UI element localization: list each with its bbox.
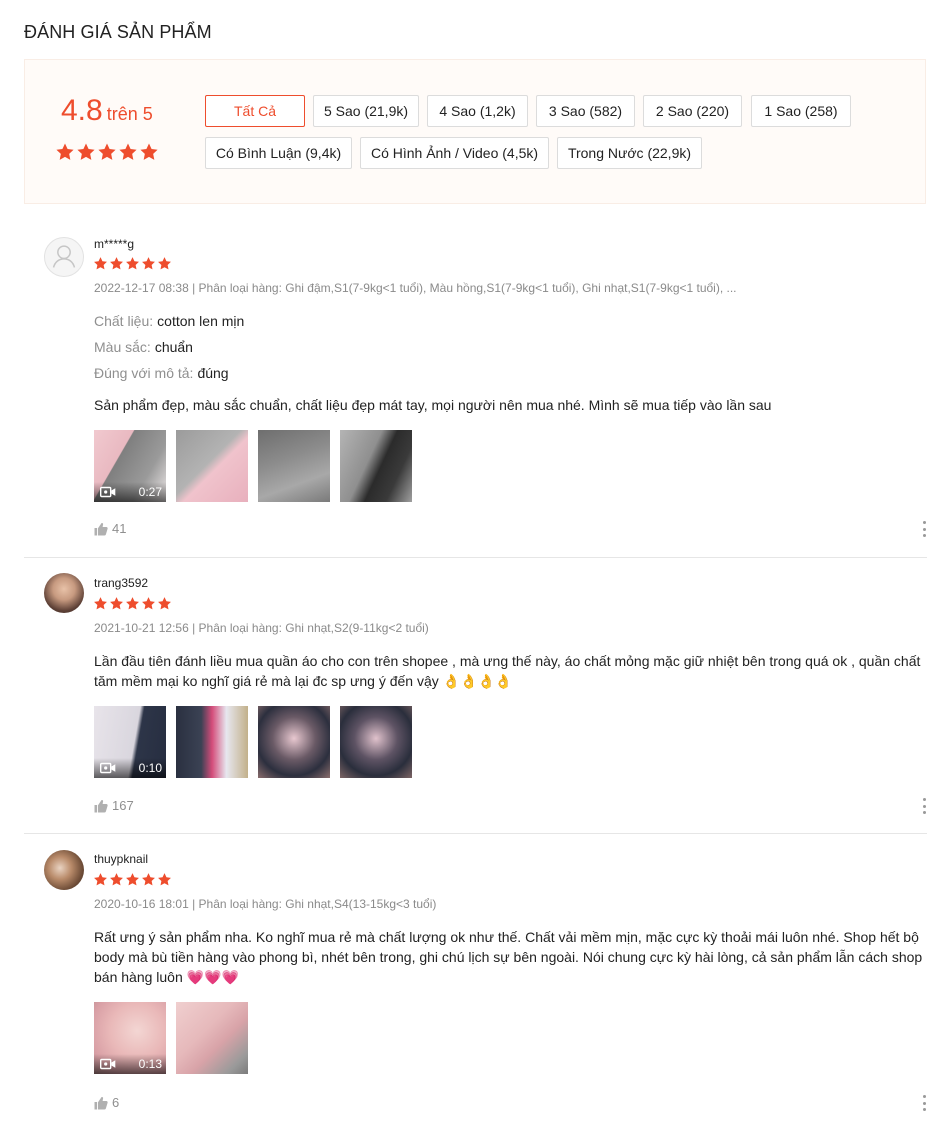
star-icon xyxy=(93,872,108,887)
review-video-thumbnail[interactable]: 0:10 xyxy=(94,706,166,778)
thumbs-up-icon xyxy=(94,799,108,813)
average-star-rating xyxy=(55,142,159,162)
review-video-thumbnail[interactable]: 0:27 xyxy=(94,430,166,502)
star-icon xyxy=(55,142,75,162)
like-button[interactable]: 167 xyxy=(94,798,134,813)
star-icon xyxy=(125,596,140,611)
review-media: 0:27 xyxy=(94,430,412,502)
video-duration: 0:10 xyxy=(138,761,162,775)
review-attribute-accuracy: Đúng với mô tả: đúng xyxy=(94,365,229,381)
review-image-thumbnail[interactable] xyxy=(340,430,412,502)
filter-2-star[interactable]: 2 Sao (220) xyxy=(643,95,742,127)
thumbs-up-icon xyxy=(94,1096,108,1110)
star-icon xyxy=(93,256,108,271)
user-placeholder-icon xyxy=(52,245,76,268)
filter-with-media[interactable]: Có Hình Ảnh / Video (4,5k) xyxy=(360,137,549,169)
video-camera-icon xyxy=(100,762,116,774)
review-image-thumbnail[interactable] xyxy=(340,706,412,778)
star-icon xyxy=(141,596,156,611)
filter-3-star[interactable]: 3 Sao (582) xyxy=(536,95,635,127)
star-icon xyxy=(118,142,138,162)
review-comment: Rất ưng ý sản phẩm nha. Ko nghĩ mua rẻ m… xyxy=(94,929,923,985)
review-image-thumbnail[interactable] xyxy=(176,1002,248,1074)
reviewer-username[interactable]: trang3592 xyxy=(94,576,148,590)
review-meta: 2021-10-21 12:56 | Phân loại hàng: Ghi n… xyxy=(94,621,429,635)
review-meta: 2020-10-16 18:01 | Phân loại hàng: Ghi n… xyxy=(94,897,437,911)
filter-with-comment[interactable]: Có Bình Luận (9,4k) xyxy=(205,137,352,169)
review-comment: Lần đầu tiên đánh liều mua quần áo cho c… xyxy=(94,653,921,689)
review-item: thuypknail 2020-10-16 18:01 | Phân loại … xyxy=(24,833,927,1126)
star-icon xyxy=(109,256,124,271)
review-attribute-material: Chất liệu: cotton len mịn xyxy=(94,313,244,329)
more-options-icon[interactable] xyxy=(921,1095,927,1111)
star-icon xyxy=(125,872,140,887)
review-star-rating xyxy=(93,256,172,271)
average-score-value: 4.8 xyxy=(61,94,103,127)
like-button[interactable]: 41 xyxy=(94,521,126,536)
review-image-thumbnail[interactable] xyxy=(176,706,248,778)
review-item: m*****g 2022-12-17 08:38 | Phân loại hàn… xyxy=(24,205,927,558)
video-duration: 0:13 xyxy=(138,1057,162,1071)
avatar[interactable] xyxy=(44,850,84,890)
attribute-value: cotton len mịn xyxy=(157,313,245,329)
average-score: 4.8 trên 5 xyxy=(61,94,153,128)
star-icon xyxy=(157,596,172,611)
attribute-key: Màu sắc: xyxy=(94,339,151,355)
review-media: 0:13 xyxy=(94,1002,248,1074)
like-count: 167 xyxy=(112,798,134,813)
review-image-thumbnail[interactable] xyxy=(176,430,248,502)
review-media: 0:10 xyxy=(94,706,412,778)
avatar[interactable] xyxy=(44,237,84,277)
star-icon xyxy=(157,872,172,887)
star-icon xyxy=(141,872,156,887)
video-camera-icon xyxy=(100,486,116,498)
review-star-rating xyxy=(93,596,172,611)
review-item: trang3592 2021-10-21 12:56 | Phân loại h… xyxy=(24,557,927,834)
star-icon xyxy=(97,142,117,162)
rating-overview: 4.8 trên 5 Tất Cả 5 Sao (21,9k) 4 Sao (1,… xyxy=(24,59,926,204)
average-score-out-of: trên 5 xyxy=(106,104,153,124)
video-duration: 0:27 xyxy=(138,485,162,499)
review-star-rating xyxy=(93,872,172,887)
star-icon xyxy=(141,256,156,271)
avatar[interactable] xyxy=(44,573,84,613)
star-icon xyxy=(139,142,159,162)
page-title: ĐÁNH GIÁ SẢN PHẨM xyxy=(24,22,212,42)
review-meta: 2022-12-17 08:38 | Phân loại hàng: Ghi đ… xyxy=(94,281,737,295)
review-comment: Sản phẩm đẹp, màu sắc chuẩn, chất liệu đ… xyxy=(94,397,772,413)
attribute-value: chuẩn xyxy=(154,339,193,355)
review-attribute-color: Màu sắc: chuẩn xyxy=(94,339,193,355)
review-image-thumbnail[interactable] xyxy=(258,706,330,778)
more-options-icon[interactable] xyxy=(921,521,927,537)
star-icon xyxy=(157,256,172,271)
attribute-key: Đúng với mô tả: xyxy=(94,365,194,381)
star-icon xyxy=(76,142,96,162)
filter-all[interactable]: Tất Cả xyxy=(205,95,305,127)
more-options-icon[interactable] xyxy=(921,798,927,814)
filter-1-star[interactable]: 1 Sao (258) xyxy=(751,95,851,127)
star-icon xyxy=(109,872,124,887)
like-button[interactable]: 6 xyxy=(94,1095,119,1110)
attribute-value: đúng xyxy=(197,365,229,381)
thumbs-up-icon xyxy=(94,522,108,536)
filter-domestic[interactable]: Trong Nước (22,9k) xyxy=(557,137,702,169)
like-count: 41 xyxy=(112,521,127,536)
review-image-thumbnail[interactable] xyxy=(258,430,330,502)
star-icon xyxy=(109,596,124,611)
reviewer-username[interactable]: m*****g xyxy=(94,237,134,251)
video-camera-icon xyxy=(100,1058,116,1070)
star-icon xyxy=(93,596,108,611)
review-video-thumbnail[interactable]: 0:13 xyxy=(94,1002,166,1074)
filter-4-star[interactable]: 4 Sao (1,2k) xyxy=(427,95,528,127)
filter-5-star[interactable]: 5 Sao (21,9k) xyxy=(313,95,419,127)
star-icon xyxy=(125,256,140,271)
attribute-key: Chất liệu: xyxy=(94,313,154,329)
reviewer-username[interactable]: thuypknail xyxy=(94,852,148,866)
like-count: 6 xyxy=(112,1095,120,1110)
